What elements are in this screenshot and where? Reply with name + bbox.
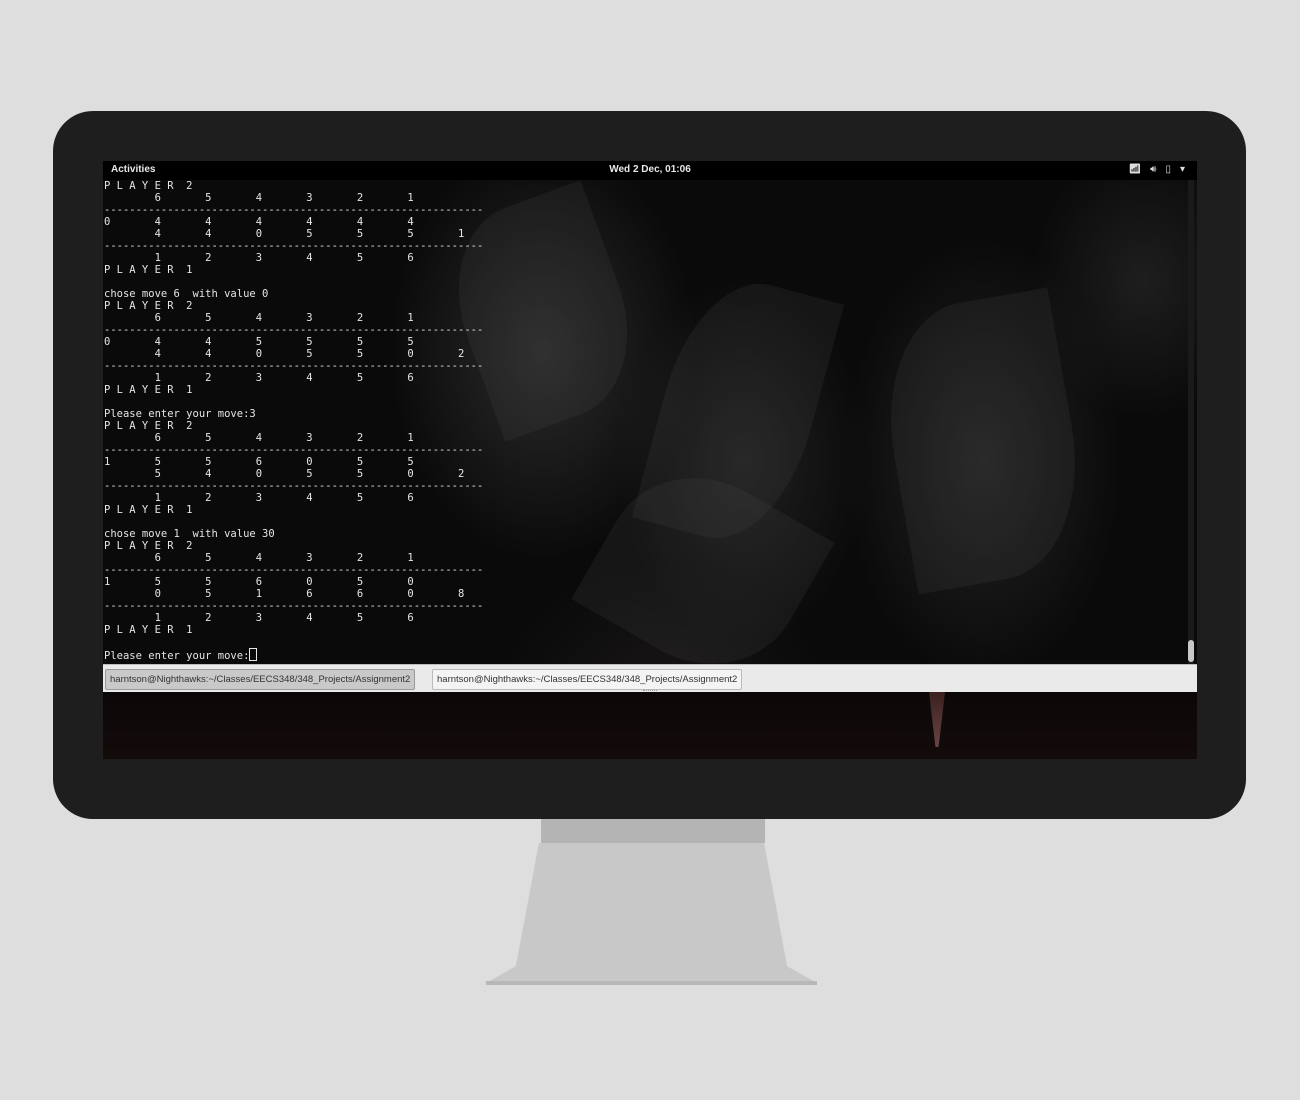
dropdown-arrow-icon[interactable]: ▾ [1180, 164, 1185, 175]
terminal-line: P L A Y E R 1 [104, 264, 193, 276]
scrollbar-thumb[interactable] [1188, 640, 1194, 662]
terminal-line: ----------------------------------------… [104, 480, 484, 492]
window-list-bar: harntson@Nighthawks:~/Classes/EECS348/34… [103, 664, 1197, 693]
task-terminal-2[interactable]: harntson@Nighthawks:~/Classes/EECS348/34… [432, 669, 743, 690]
wallpaper-petal [929, 692, 945, 747]
terminal-line: ----------------------------------------… [104, 324, 484, 336]
terminal-output: P L A Y E R 2 6 5 4 3 2 1 --------------… [103, 180, 1197, 662]
terminal-cursor[interactable] [249, 648, 258, 661]
terminal-line: 6 5 4 3 2 1 [154, 192, 414, 204]
terminal-line: 4 4 0 5 5 5 1 [154, 228, 465, 240]
terminal-line: P L A Y E R 2 [104, 420, 193, 432]
terminal-window[interactable]: P L A Y E R 2 6 5 4 3 2 1 --------------… [103, 180, 1197, 664]
terminal-line: 0 5 1 6 6 0 8 [154, 588, 465, 600]
task-terminal-1[interactable]: harntson@Nighthawks:~/Classes/EECS348/34… [105, 669, 416, 690]
system-tray[interactable]: 📶︎ 🔊︎ ▯ ▾ [1128, 164, 1185, 175]
terminal-line: ----------------------------------------… [104, 204, 484, 216]
terminal-line: 1 2 3 4 5 6 [154, 252, 414, 264]
gnome-top-bar: Activities Wed 2 Dec, 01:06 📶︎ 🔊︎ ▯ ▾ [103, 161, 1197, 180]
terminal-line: ----------------------------------------… [104, 360, 484, 372]
terminal-line: 6 5 4 3 2 1 [154, 312, 414, 324]
terminal-line: 0 4 4 5 5 5 5 [104, 336, 414, 348]
terminal-line: P L A Y E R 1 [104, 384, 193, 396]
terminal-line: ----------------------------------------… [104, 444, 484, 456]
desktop-screen: Activities Wed 2 Dec, 01:06 📶︎ 🔊︎ ▯ ▾ P … [103, 161, 1197, 759]
terminal-line: P L A Y E R 1 [104, 504, 193, 516]
terminal-history: P L A Y E R 2 6 5 4 3 2 1 --------------… [104, 180, 483, 636]
terminal-line: 1 2 3 4 5 6 [154, 492, 414, 504]
terminal-line: chose move 6 with value 0 [104, 288, 269, 300]
terminal-line: 1 2 3 4 5 6 [154, 612, 414, 624]
wifi-icon[interactable]: 📶︎ [1128, 164, 1141, 175]
terminal-line: P L A Y E R 2 [104, 300, 193, 312]
clock[interactable]: Wed 2 Dec, 01:06 [103, 164, 1197, 175]
terminal-line: Please enter your move:3 [104, 408, 256, 420]
monitor-neck [541, 819, 765, 843]
terminal-line: 1 2 3 4 5 6 [154, 372, 414, 384]
terminal-line: ----------------------------------------… [104, 564, 484, 576]
terminal-line: 6 5 4 3 2 1 [154, 432, 414, 444]
terminal-line: chose move 1 with value 30 [104, 528, 275, 540]
terminal-line: 6 5 4 3 2 1 [154, 552, 414, 564]
volume-icon[interactable]: 🔊︎ [1150, 164, 1156, 175]
terminal-line: 1 5 5 6 0 5 5 [104, 456, 414, 468]
monitor-stand [486, 843, 817, 983]
terminal-line: 1 5 5 6 0 5 0 [104, 576, 414, 588]
terminal-line: P L A Y E R 2 [104, 540, 193, 552]
terminal-line: P L A Y E R 2 [104, 180, 193, 192]
wallpaper-lower [103, 692, 1197, 759]
monitor-base [486, 981, 817, 985]
terminal-prompt: Please enter your move: [104, 650, 250, 662]
terminal-line: P L A Y E R 1 [104, 624, 193, 636]
terminal-scrollbar[interactable] [1188, 180, 1194, 664]
terminal-line: 5 4 0 5 5 0 2 [154, 468, 465, 480]
monitor-bezel: Activities Wed 2 Dec, 01:06 📶︎ 🔊︎ ▯ ▾ P … [53, 111, 1246, 819]
terminal-line: ----------------------------------------… [104, 240, 484, 252]
battery-icon[interactable]: ▯ [1165, 164, 1171, 175]
terminal-line: 4 4 0 5 5 0 2 [154, 348, 465, 360]
terminal-line: 0 4 4 4 4 4 4 [104, 216, 414, 228]
terminal-line: ----------------------------------------… [104, 600, 484, 612]
